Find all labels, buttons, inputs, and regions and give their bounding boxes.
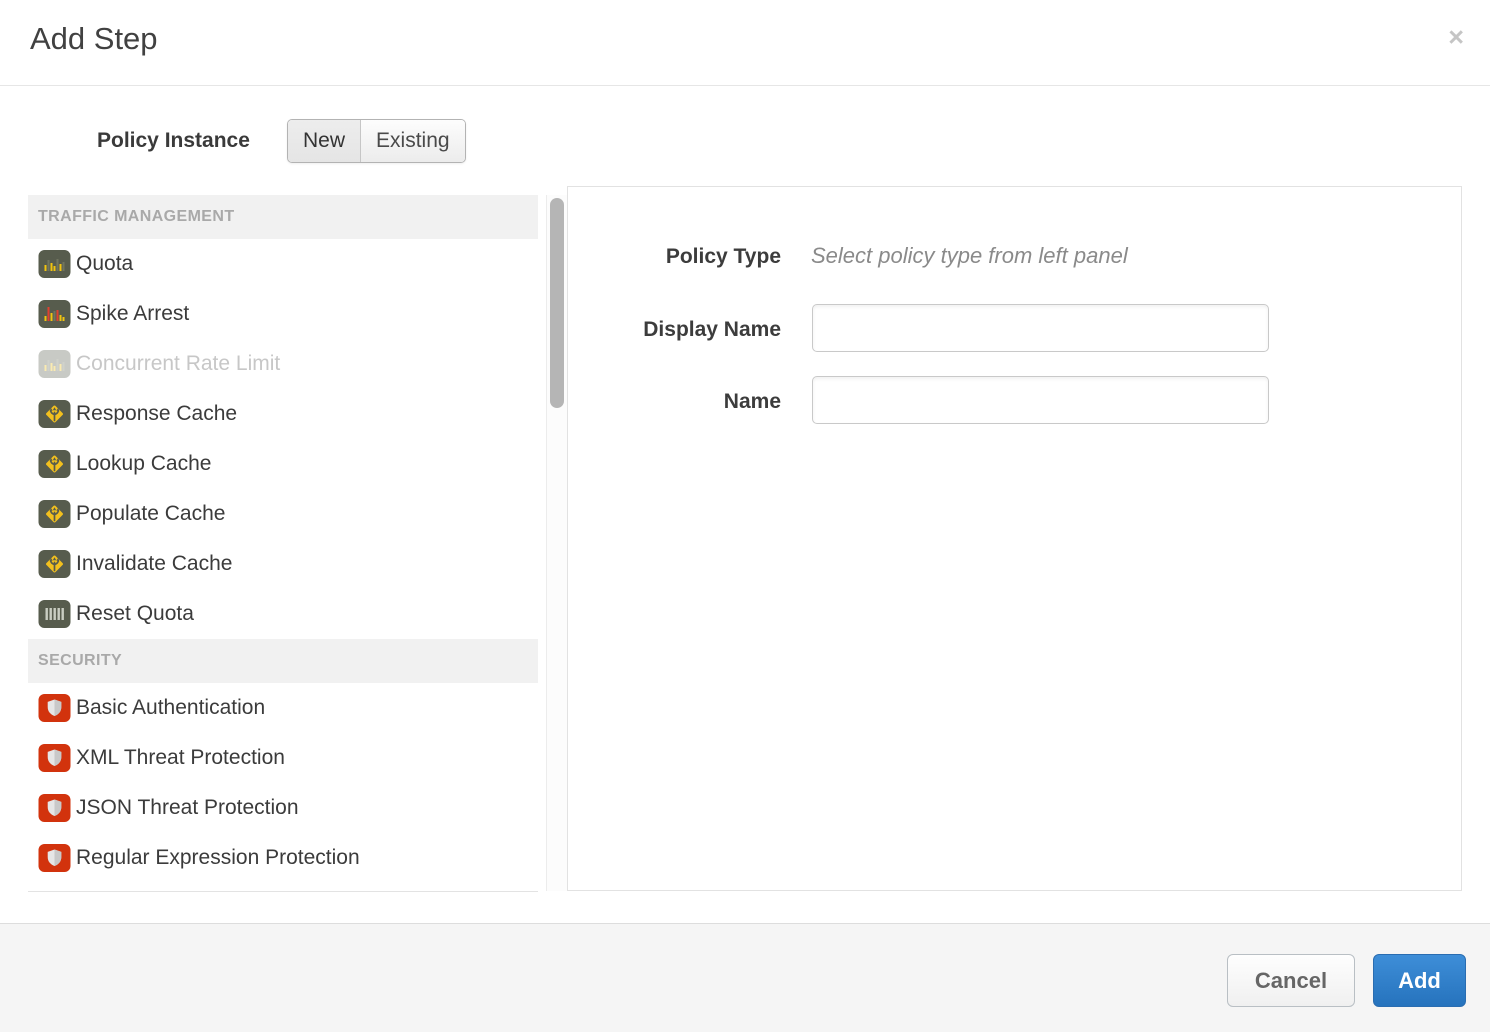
name-input[interactable] <box>812 376 1269 424</box>
toggle-option-existing[interactable]: Existing <box>361 120 465 162</box>
policy-list: TRAFFIC MANAGEMENT Quota Spike Arrest <box>28 195 538 892</box>
display-name-label: Display Name <box>568 318 781 342</box>
display-name-input[interactable] <box>812 304 1269 352</box>
cache-diamond-icon <box>38 400 71 428</box>
cache-diamond-icon <box>38 550 71 578</box>
policy-type-hint: Select policy type from left panel <box>811 243 1128 269</box>
shield-icon <box>38 694 71 722</box>
scrollbar-thumb[interactable] <box>550 198 564 408</box>
policy-list-item[interactable]: Response Cache <box>28 389 538 439</box>
cancel-button[interactable]: Cancel <box>1227 954 1355 1007</box>
add-button[interactable]: Add <box>1373 954 1466 1007</box>
policy-list-item[interactable]: Regular Expression Protection <box>28 833 538 883</box>
spike-bars-icon <box>38 300 71 328</box>
policy-instance-toggle: New Existing <box>287 119 466 163</box>
cache-diamond-icon <box>38 450 71 478</box>
quota-bars-icon <box>38 250 71 278</box>
policy-list-item[interactable]: Populate Cache <box>28 489 538 539</box>
dialog-footer: Cancel Add <box>0 923 1490 1032</box>
shield-icon <box>38 744 71 772</box>
cache-diamond-icon <box>38 500 71 528</box>
reset-bars-icon <box>38 600 71 628</box>
policy-list-item[interactable]: XML Threat Protection <box>28 733 538 783</box>
policy-list-scrollbar[interactable] <box>546 195 568 891</box>
shield-icon <box>38 794 71 822</box>
policy-list-item[interactable]: Invalidate Cache <box>28 539 538 589</box>
policy-list-item[interactable]: Reset Quota <box>28 589 538 639</box>
policy-instance-label: Policy Instance <box>97 129 250 153</box>
shield-icon <box>38 844 71 872</box>
policy-list-item[interactable]: Basic Authentication <box>28 683 538 733</box>
policy-type-label: Policy Type <box>568 245 781 269</box>
section-header: TRAFFIC MANAGEMENT <box>28 195 538 239</box>
policy-list-item[interactable]: Spike Arrest <box>28 289 538 339</box>
toggle-option-new[interactable]: New <box>288 120 361 162</box>
policy-list-item: Concurrent Rate Limit <box>28 339 538 389</box>
dialog-header: Add Step × <box>0 0 1490 86</box>
dialog-title: Add Step <box>30 21 158 57</box>
name-label: Name <box>568 390 781 414</box>
quota-bars-icon <box>38 350 71 378</box>
close-icon[interactable]: × <box>1448 24 1464 51</box>
policy-list-item[interactable]: Quota <box>28 239 538 289</box>
section-header: SECURITY <box>28 639 538 683</box>
policy-list-item[interactable]: Lookup Cache <box>28 439 538 489</box>
policy-list-item[interactable]: JSON Threat Protection <box>28 783 538 833</box>
policy-form-panel: Policy Type Select policy type from left… <box>567 186 1462 891</box>
